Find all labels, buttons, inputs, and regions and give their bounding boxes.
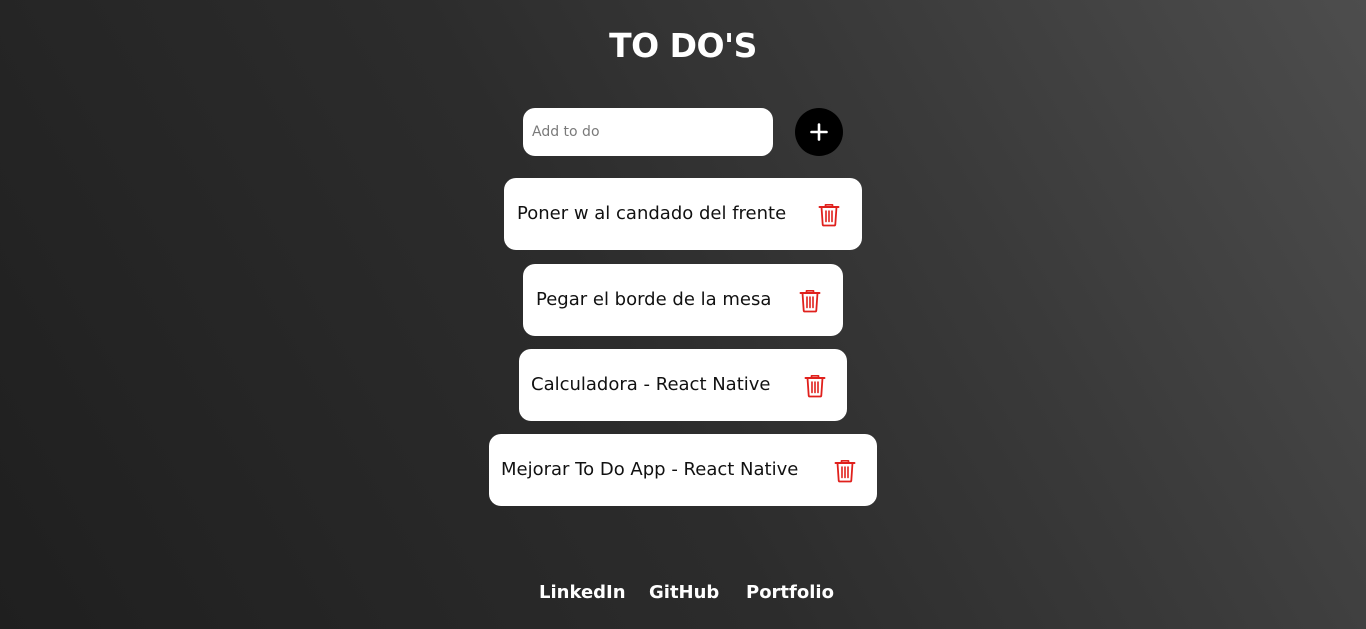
- trash-icon[interactable]: [834, 459, 856, 483]
- todo-text: Pegar el borde de la mesa: [536, 289, 772, 310]
- page-title: TO DO'S: [609, 26, 757, 65]
- todo-text: Poner w al candado del frente: [517, 203, 787, 224]
- todo-text: Mejorar To Do App - React Native: [501, 459, 799, 480]
- trash-icon[interactable]: [799, 289, 821, 313]
- footer-link-linkedin[interactable]: LinkedIn: [539, 582, 626, 604]
- add-todo-button[interactable]: [795, 108, 843, 156]
- todo-item: Calculadora - React Native: [519, 349, 847, 421]
- trash-icon[interactable]: [818, 203, 840, 227]
- plus-icon: [810, 123, 828, 141]
- todo-item: Mejorar To Do App - React Native: [489, 434, 877, 506]
- todo-item: Poner w al candado del frente: [504, 178, 862, 250]
- todo-item: Pegar el borde de la mesa: [523, 264, 843, 336]
- trash-icon[interactable]: [804, 374, 826, 398]
- footer-link-github[interactable]: GitHub: [649, 582, 719, 604]
- todo-text: Calculadora - React Native: [531, 374, 771, 395]
- footer-link-portfolio[interactable]: Portfolio: [746, 582, 834, 604]
- add-todo-input[interactable]: [523, 108, 773, 156]
